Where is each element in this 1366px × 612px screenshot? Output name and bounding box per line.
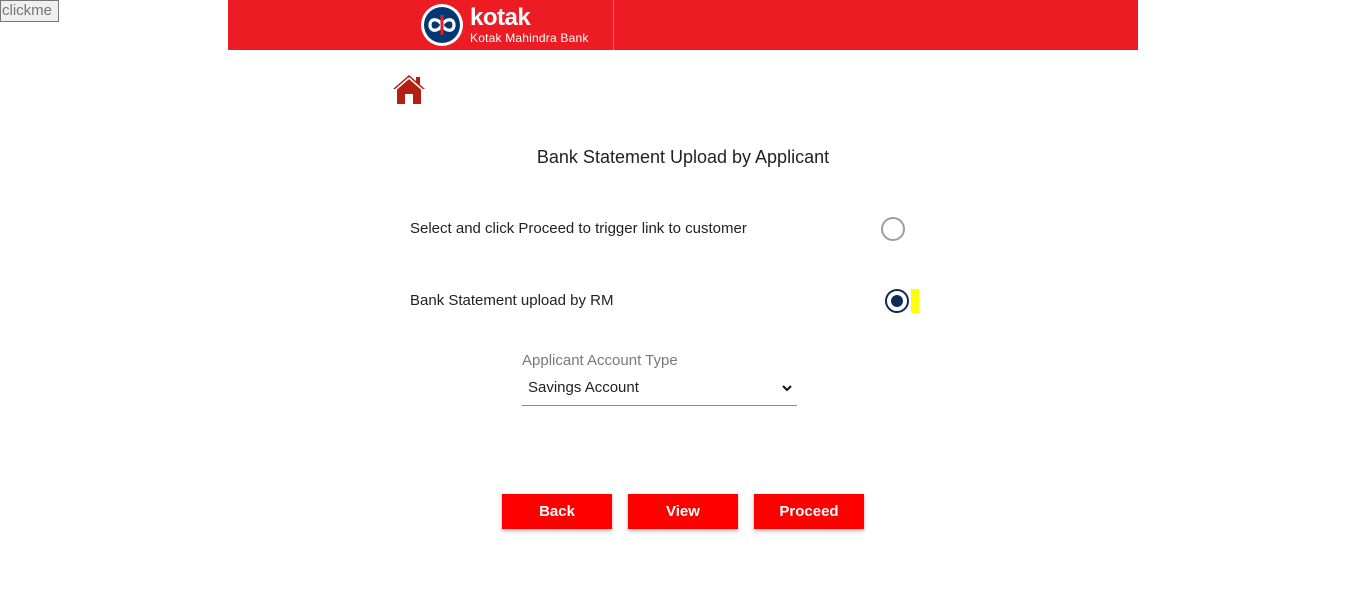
highlight-marker bbox=[911, 289, 919, 313]
option-trigger-link-label: Select and click Proceed to trigger link… bbox=[410, 220, 747, 237]
account-type-select[interactable]: Savings Account bbox=[522, 376, 797, 406]
option-trigger-link-radio[interactable] bbox=[881, 217, 905, 241]
option-upload-by-rm-label: Bank Statement upload by RM bbox=[410, 292, 614, 309]
kotak-infinity-logo-icon bbox=[421, 4, 463, 46]
account-type-label: Applicant Account Type bbox=[522, 352, 678, 369]
back-button[interactable]: Back bbox=[502, 494, 612, 529]
proceed-button[interactable]: Proceed bbox=[754, 494, 864, 529]
brand-subtitle: Kotak Mahindra Bank bbox=[470, 31, 589, 45]
account-type-value: Savings Account bbox=[528, 379, 639, 396]
header-bar: kotak Kotak Mahindra Bank bbox=[228, 0, 1138, 50]
header-divider bbox=[613, 0, 614, 50]
view-button[interactable]: View bbox=[628, 494, 738, 529]
option-upload-by-rm-radio[interactable] bbox=[885, 289, 909, 313]
home-icon[interactable] bbox=[392, 72, 426, 106]
kotak-logo[interactable]: kotak Kotak Mahindra Bank bbox=[420, 3, 589, 47]
chevron-down-icon bbox=[782, 385, 792, 392]
brand-name: kotak bbox=[470, 4, 531, 31]
page-title: Bank Statement Upload by Applicant bbox=[536, 147, 830, 167]
clickme-button[interactable]: clickme bbox=[0, 0, 59, 22]
